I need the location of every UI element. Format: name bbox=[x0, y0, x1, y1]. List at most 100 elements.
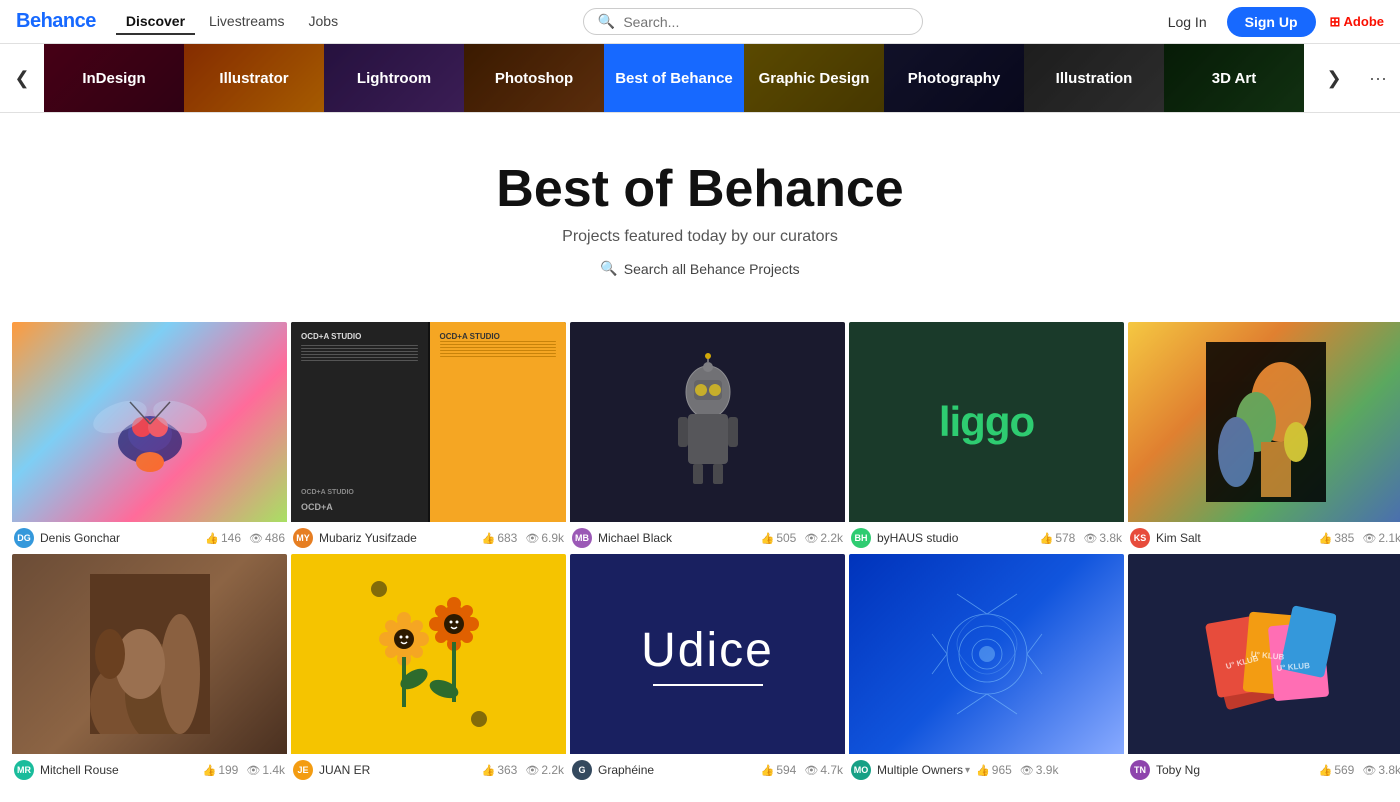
nav-discover[interactable]: Discover bbox=[116, 9, 195, 35]
avatar-1: DG bbox=[14, 528, 34, 548]
gallery-item-5[interactable]: KS Kim Salt 👍385 👁2.1k bbox=[1128, 322, 1400, 550]
stats-9: 👍965 👁3.9k bbox=[976, 763, 1058, 777]
gallery-item-1[interactable]: DG Denis Gonchar 👍146 👁486 bbox=[12, 322, 287, 550]
cat-item-photoshop[interactable]: Photoshop bbox=[464, 44, 604, 112]
cat-item-indesign[interactable]: InDesign bbox=[44, 44, 184, 112]
avatar-8: G bbox=[572, 760, 592, 780]
cat-label-photoshop: Photoshop bbox=[464, 44, 604, 112]
cat-item-3dart[interactable]: 3D Art bbox=[1164, 44, 1304, 112]
gallery-meta-8: G Graphéine 👍594 👁4.7k bbox=[570, 754, 845, 782]
cat-item-lightroom[interactable]: Lightroom bbox=[324, 44, 464, 112]
cat-label-best: Best of Behance bbox=[604, 44, 744, 112]
search-icon: 🔍 bbox=[598, 13, 615, 30]
author-9: Multiple Owners bbox=[877, 763, 963, 777]
gallery-thumb-2: OCD+A STUDIO OCD+A STUDIO OCD+A OCD+A ST… bbox=[291, 322, 566, 522]
stats-4: 👍578 👁3.8k bbox=[1040, 531, 1122, 545]
cat-nav-prev[interactable]: ❮ bbox=[0, 44, 44, 112]
header-search: 🔍 bbox=[348, 8, 1158, 35]
gallery-thumb-7 bbox=[291, 554, 566, 754]
cat-more-button[interactable]: ··· bbox=[1356, 44, 1400, 112]
main-nav: Discover Livestreams Jobs bbox=[116, 9, 348, 35]
gallery-item-4[interactable]: liggo BH byHAUS studio 👍578 👁3.8k bbox=[849, 322, 1124, 550]
hero-section: Best of Behance Projects featured today … bbox=[0, 113, 1400, 302]
cat-item-graphic[interactable]: Graphic Design bbox=[744, 44, 884, 112]
gallery-item-2[interactable]: OCD+A STUDIO OCD+A STUDIO OCD+A OCD+A ST… bbox=[291, 322, 566, 550]
header: Behance Discover Livestreams Jobs 🔍 Log … bbox=[0, 0, 1400, 44]
gallery-thumb-6 bbox=[12, 554, 287, 754]
cat-label-indesign: InDesign bbox=[44, 44, 184, 112]
avatar-3: MB bbox=[572, 528, 592, 548]
cat-nav-inner: InDesign Illustrator Lightroom Photoshop… bbox=[44, 44, 1312, 112]
gallery-item-8[interactable]: Udice G Graphéine 👍594 👁4.7k bbox=[570, 554, 845, 782]
avatar-2: MY bbox=[293, 528, 313, 548]
author-1: Denis Gonchar bbox=[40, 531, 199, 545]
gallery-meta-6: MR Mitchell Rouse 👍199 👁1.4k bbox=[12, 754, 287, 782]
search-input[interactable] bbox=[623, 14, 908, 30]
author-8: Graphéine bbox=[598, 763, 755, 777]
multi-owner-chevron: ▾ bbox=[965, 765, 970, 776]
gallery-item-6[interactable]: MR Mitchell Rouse 👍199 👁1.4k bbox=[12, 554, 287, 782]
cat-label-illustrator: Illustrator bbox=[184, 44, 324, 112]
hero-title: Best of Behance bbox=[20, 161, 1380, 218]
gallery-item-3[interactable]: MB Michael Black 👍505 👁2.2k bbox=[570, 322, 845, 550]
behance-logo[interactable]: Behance bbox=[16, 10, 96, 33]
gallery-meta-7: JE JUAN ER 👍363 👁2.2k bbox=[291, 754, 566, 782]
gallery-thumb-3 bbox=[570, 322, 845, 522]
header-actions: Log In Sign Up ⊞ Adobe bbox=[1158, 7, 1384, 37]
cat-label-lightroom: Lightroom bbox=[324, 44, 464, 112]
author-6: Mitchell Rouse bbox=[40, 763, 197, 777]
gallery-meta-2: MY Mubariz Yusifzade 👍683 👁6.9k bbox=[291, 522, 566, 550]
gallery-meta-3: MB Michael Black 👍505 👁2.2k bbox=[570, 522, 845, 550]
author-4: byHAUS studio bbox=[877, 531, 1034, 545]
cat-item-best[interactable]: Best of Behance bbox=[604, 44, 744, 112]
cat-item-photo[interactable]: Photography bbox=[884, 44, 1024, 112]
gallery-thumb-4: liggo bbox=[849, 322, 1124, 522]
stats-7: 👍363 👁2.2k bbox=[482, 763, 564, 777]
cat-nav-next[interactable]: ❯ bbox=[1312, 44, 1356, 112]
avatar-7: JE bbox=[293, 760, 313, 780]
hero-subtitle: Projects featured today by our curators bbox=[20, 228, 1380, 246]
author-3: Michael Black bbox=[598, 531, 755, 545]
hero-search-link[interactable]: 🔍 Search all Behance Projects bbox=[600, 260, 799, 277]
avatar-9: MO bbox=[851, 760, 871, 780]
stats-8: 👍594 👁4.7k bbox=[761, 763, 843, 777]
stats-5: 👍385 👁2.1k bbox=[1319, 531, 1400, 545]
gallery-item-9[interactable]: MO Multiple Owners ▾ 👍965 👁3.9k bbox=[849, 554, 1124, 782]
gallery-item-7[interactable]: JE JUAN ER 👍363 👁2.2k bbox=[291, 554, 566, 782]
stats-3: 👍505 👁2.2k bbox=[761, 531, 843, 545]
gallery-thumb-10: U° KLUB U° KLUB U° KLUB bbox=[1128, 554, 1400, 754]
login-button[interactable]: Log In bbox=[1158, 8, 1217, 36]
hero-search-text: Search all Behance Projects bbox=[624, 261, 800, 277]
stats-1: 👍146 👁486 bbox=[205, 531, 285, 545]
avatar-5: KS bbox=[1130, 528, 1150, 548]
stats-2: 👍683 👁6.9k bbox=[482, 531, 564, 545]
cat-label-3dart: 3D Art bbox=[1164, 44, 1304, 112]
author-2: Mubariz Yusifzade bbox=[319, 531, 476, 545]
author-5: Kim Salt bbox=[1156, 531, 1313, 545]
signup-button[interactable]: Sign Up bbox=[1227, 7, 1316, 37]
search-input-wrap[interactable]: 🔍 bbox=[583, 8, 923, 35]
gallery-meta-10: TN Toby Ng 👍569 👁3.8k bbox=[1128, 754, 1400, 782]
gallery-item-10[interactable]: U° KLUB U° KLUB U° KLUB TN Toby Ng 👍569 … bbox=[1128, 554, 1400, 782]
gallery-thumb-9 bbox=[849, 554, 1124, 754]
multi-owner: Multiple Owners ▾ bbox=[877, 763, 970, 777]
gallery-thumb-1 bbox=[12, 322, 287, 522]
search-icon-hero: 🔍 bbox=[600, 260, 617, 277]
ligoo-text: liggo bbox=[939, 398, 1034, 446]
gallery-thumb-8: Udice bbox=[570, 554, 845, 754]
cat-label-graphic: Graphic Design bbox=[744, 44, 884, 112]
gallery-thumb-5 bbox=[1128, 322, 1400, 522]
gallery-meta-5: KS Kim Salt 👍385 👁2.1k bbox=[1128, 522, 1400, 550]
author-10: Toby Ng bbox=[1156, 763, 1313, 777]
stats-10: 👍569 👁3.8k bbox=[1319, 763, 1400, 777]
gallery-meta-1: DG Denis Gonchar 👍146 👁486 bbox=[12, 522, 287, 550]
gallery-meta-4: BH byHAUS studio 👍578 👁3.8k bbox=[849, 522, 1124, 550]
cat-label-illustration: Illustration bbox=[1024, 44, 1164, 112]
nav-jobs[interactable]: Jobs bbox=[299, 9, 349, 35]
udice-text: Udice bbox=[641, 623, 774, 678]
avatar-6: MR bbox=[14, 760, 34, 780]
stats-6: 👍199 👁1.4k bbox=[203, 763, 285, 777]
cat-item-illustration[interactable]: Illustration bbox=[1024, 44, 1164, 112]
cat-item-illustrator[interactable]: Illustrator bbox=[184, 44, 324, 112]
nav-livestreams[interactable]: Livestreams bbox=[199, 9, 294, 35]
